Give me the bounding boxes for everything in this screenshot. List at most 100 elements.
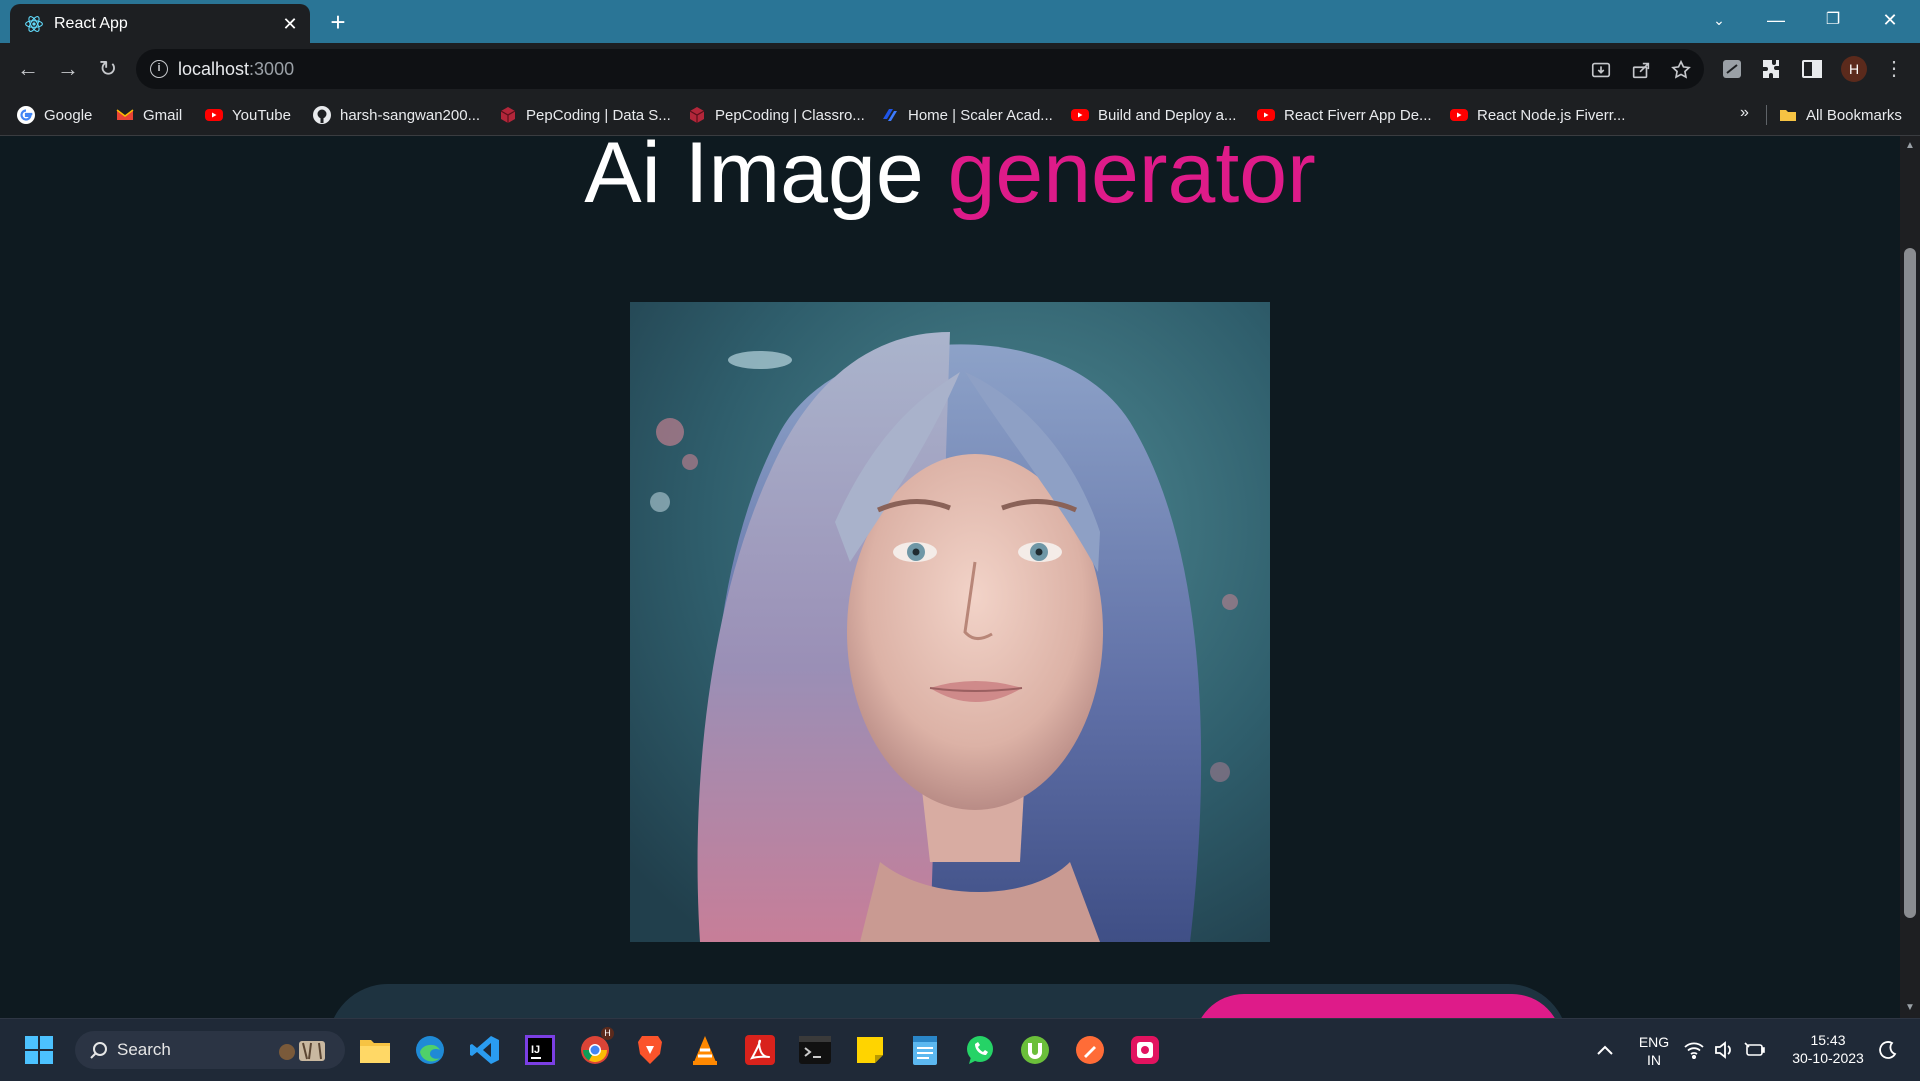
- bookmark-pepcoding-classroom[interactable]: PepCoding | Classro...: [687, 103, 865, 127]
- screen-recorder-icon: [1131, 1036, 1159, 1064]
- taskbar-whatsapp[interactable]: [961, 1031, 999, 1069]
- terminal-icon: [799, 1036, 831, 1064]
- taskbar-notepad[interactable]: [906, 1031, 944, 1069]
- language-indicator[interactable]: ENG IN: [1620, 1033, 1688, 1069]
- install-app-icon[interactable]: [1590, 59, 1612, 81]
- start-button[interactable]: [20, 1031, 58, 1069]
- scaler-icon: [883, 109, 897, 121]
- bookmark-gmail[interactable]: Gmail: [115, 103, 182, 127]
- bookmark-pepcoding-data[interactable]: PepCoding | Data S...: [498, 103, 671, 127]
- close-window-button[interactable]: ✕: [1870, 6, 1910, 34]
- taskbar-sticky-notes[interactable]: [851, 1031, 889, 1069]
- back-button[interactable]: ←: [14, 55, 42, 83]
- bookmark-react-node-fiverr[interactable]: React Node.js Fiverr...: [1449, 103, 1625, 127]
- scroll-down-arrow-icon[interactable]: ▼: [1900, 998, 1920, 1018]
- file-explorer-icon: [360, 1040, 390, 1063]
- youtube-icon: [205, 109, 223, 121]
- windows-logo-icon: [25, 1036, 53, 1064]
- all-bookmarks-button[interactable]: All Bookmarks: [1778, 103, 1902, 127]
- bookmark-youtube[interactable]: YouTube: [204, 103, 291, 127]
- taskbar-brave[interactable]: [631, 1031, 669, 1069]
- page-title: Ai Image generator: [0, 136, 1900, 223]
- browser-toolbar: ← → ↻ i localhost:3000 H ⋮: [0, 43, 1920, 95]
- chrome-profile-badge: H: [601, 1027, 614, 1040]
- youtube-icon: [1450, 109, 1468, 121]
- clock[interactable]: 15:43 30-10-2023: [1780, 1031, 1876, 1067]
- taskbar-screen-recorder[interactable]: [1126, 1031, 1164, 1069]
- taskbar-postman[interactable]: [1071, 1031, 1109, 1069]
- notepad-icon: [913, 1036, 937, 1065]
- acrobat-icon: [745, 1035, 775, 1065]
- react-icon: [25, 16, 43, 32]
- taskbar-file-explorer[interactable]: [356, 1031, 394, 1069]
- taskbar-vscode[interactable]: [466, 1031, 504, 1069]
- profile-avatar[interactable]: H: [1841, 56, 1867, 82]
- postman-icon: [1076, 1036, 1104, 1064]
- volume-icon: [1715, 1041, 1731, 1059]
- bookmark-github[interactable]: harsh-sangwan200...: [312, 103, 480, 127]
- search-highlight-icon: [279, 1041, 325, 1061]
- generated-image: [630, 302, 1270, 942]
- bookmark-scaler[interactable]: Home | Scaler Acad...: [880, 103, 1053, 127]
- browser-tab-active[interactable]: React App ✕: [10, 4, 310, 43]
- brave-icon: [638, 1036, 662, 1064]
- taskbar-vlc[interactable]: [686, 1031, 724, 1069]
- scrollbar-thumb[interactable]: [1904, 248, 1916, 918]
- extensions-puzzle-icon[interactable]: [1760, 57, 1784, 81]
- pepcoding-icon: [500, 107, 516, 123]
- taskbar-intellij[interactable]: IJ: [521, 1031, 559, 1069]
- taskbar-edge[interactable]: [411, 1031, 449, 1069]
- bookmark-star-icon[interactable]: [1670, 59, 1692, 81]
- bookmarks-overflow-button[interactable]: »: [1740, 104, 1749, 122]
- taskbar-utorrent[interactable]: [1016, 1031, 1054, 1069]
- page-scrollbar[interactable]: ▲ ▼: [1900, 136, 1920, 1018]
- search-icon: [90, 1042, 107, 1059]
- restore-button[interactable]: ❐: [1813, 6, 1853, 34]
- youtube-icon: [1257, 109, 1275, 121]
- github-icon: [313, 106, 331, 124]
- youtube-icon: [1071, 109, 1089, 121]
- folder-icon: [1780, 110, 1796, 121]
- forward-button[interactable]: →: [54, 55, 82, 83]
- title-main: Ai Image: [584, 136, 924, 221]
- taskbar-terminal[interactable]: [796, 1031, 834, 1069]
- minimize-button[interactable]: —: [1756, 6, 1796, 34]
- wifi-icon: [1684, 1042, 1704, 1059]
- side-panel-icon[interactable]: [1800, 57, 1824, 81]
- bookmarks-bar: Google Gmail YouTube harsh-sangwan200...…: [0, 95, 1920, 136]
- pepcoding-icon: [689, 107, 705, 123]
- generate-button[interactable]: [1194, 994, 1562, 1018]
- tab-search-chevron-icon[interactable]: ⌄: [1699, 6, 1739, 34]
- gmail-icon: [116, 109, 134, 120]
- extension-note-icon[interactable]: [1720, 57, 1744, 81]
- google-icon: [17, 106, 35, 124]
- bookmarks-divider: [1766, 105, 1767, 125]
- site-info-icon[interactable]: i: [150, 60, 168, 78]
- chrome-menu-icon[interactable]: ⋮: [1880, 55, 1908, 83]
- notifications-button[interactable]: [1868, 1031, 1908, 1069]
- svg-text:IJ: IJ: [531, 1044, 540, 1056]
- tray-status-icons[interactable]: [1680, 1031, 1770, 1069]
- title-bar: React App ✕ + ⌄ — ❐ ✕: [0, 0, 1920, 43]
- bookmark-build-deploy[interactable]: Build and Deploy a...: [1070, 103, 1236, 127]
- edge-icon: [416, 1036, 444, 1064]
- whatsapp-icon: [967, 1036, 993, 1064]
- page-viewport: Ai Image generator: [0, 136, 1900, 1018]
- taskbar-search-box[interactable]: Search: [75, 1031, 345, 1069]
- focus-moon-icon: [1879, 1041, 1897, 1059]
- url-text[interactable]: localhost:3000: [178, 59, 294, 80]
- tab-close-icon[interactable]: ✕: [280, 14, 300, 34]
- bookmark-react-fiverr[interactable]: React Fiverr App De...: [1256, 103, 1432, 127]
- tab-title: React App: [54, 15, 128, 32]
- new-tab-button[interactable]: +: [324, 8, 352, 36]
- share-icon[interactable]: [1630, 59, 1652, 81]
- reload-button[interactable]: ↻: [94, 55, 122, 83]
- bookmark-google[interactable]: Google: [16, 103, 92, 127]
- vscode-icon: [470, 1036, 499, 1064]
- taskbar-acrobat[interactable]: [741, 1031, 779, 1069]
- taskbar-chrome[interactable]: H: [576, 1027, 614, 1069]
- tray-overflow-icon[interactable]: [1586, 1031, 1624, 1069]
- scroll-up-arrow-icon[interactable]: ▲: [1900, 136, 1920, 156]
- utorrent-icon: [1021, 1036, 1049, 1064]
- address-bar[interactable]: i localhost:3000: [136, 49, 1704, 89]
